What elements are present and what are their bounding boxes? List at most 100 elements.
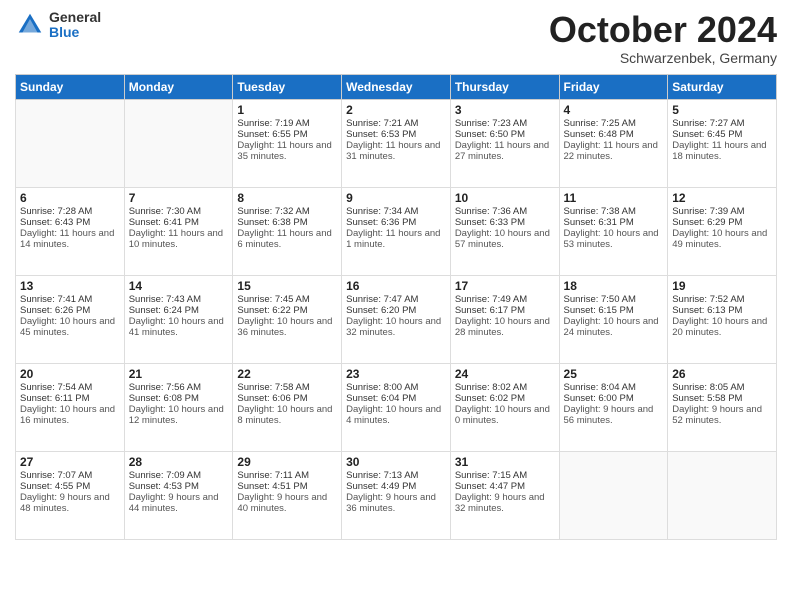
- day-number: 19: [672, 279, 772, 293]
- day-header-wednesday: Wednesday: [342, 74, 451, 99]
- sunrise-text: Sunrise: 7:32 AM: [237, 206, 337, 217]
- logo: General Blue: [15, 10, 101, 41]
- cal-cell: 26Sunrise: 8:05 AMSunset: 5:58 PMDayligh…: [668, 363, 777, 451]
- day-header-friday: Friday: [559, 74, 668, 99]
- daylight-text: Daylight: 10 hours and 0 minutes.: [455, 404, 555, 426]
- cal-cell: 18Sunrise: 7:50 AMSunset: 6:15 PMDayligh…: [559, 275, 668, 363]
- day-number: 6: [20, 191, 120, 205]
- sunset-text: Sunset: 6:33 PM: [455, 217, 555, 228]
- daylight-text: Daylight: 9 hours and 56 minutes.: [564, 404, 664, 426]
- daylight-text: Daylight: 9 hours and 48 minutes.: [20, 492, 120, 514]
- sunrise-text: Sunrise: 7:58 AM: [237, 382, 337, 393]
- sunset-text: Sunset: 6:20 PM: [346, 305, 446, 316]
- sunrise-text: Sunrise: 7:39 AM: [672, 206, 772, 217]
- cal-cell: 24Sunrise: 8:02 AMSunset: 6:02 PMDayligh…: [450, 363, 559, 451]
- cal-cell: 9Sunrise: 7:34 AMSunset: 6:36 PMDaylight…: [342, 187, 451, 275]
- sunrise-text: Sunrise: 7:13 AM: [346, 470, 446, 481]
- daylight-text: Daylight: 11 hours and 31 minutes.: [346, 140, 446, 162]
- cal-cell: 4Sunrise: 7:25 AMSunset: 6:48 PMDaylight…: [559, 99, 668, 187]
- cal-cell: 30Sunrise: 7:13 AMSunset: 4:49 PMDayligh…: [342, 451, 451, 539]
- day-header-sunday: Sunday: [16, 74, 125, 99]
- sunrise-text: Sunrise: 7:50 AM: [564, 294, 664, 305]
- sunrise-text: Sunrise: 7:27 AM: [672, 118, 772, 129]
- daylight-text: Daylight: 10 hours and 8 minutes.: [237, 404, 337, 426]
- daylight-text: Daylight: 11 hours and 10 minutes.: [129, 228, 229, 250]
- week-row-2: 6Sunrise: 7:28 AMSunset: 6:43 PMDaylight…: [16, 187, 777, 275]
- sunrise-text: Sunrise: 7:54 AM: [20, 382, 120, 393]
- sunrise-text: Sunrise: 7:15 AM: [455, 470, 555, 481]
- cal-cell: 6Sunrise: 7:28 AMSunset: 6:43 PMDaylight…: [16, 187, 125, 275]
- sunrise-text: Sunrise: 7:19 AM: [237, 118, 337, 129]
- cal-cell: 7Sunrise: 7:30 AMSunset: 6:41 PMDaylight…: [124, 187, 233, 275]
- month-title: October 2024: [549, 10, 777, 50]
- page-header: General Blue October 2024 Schwarzenbek, …: [15, 10, 777, 66]
- sunrise-text: Sunrise: 7:11 AM: [237, 470, 337, 481]
- sunrise-text: Sunrise: 7:43 AM: [129, 294, 229, 305]
- sunset-text: Sunset: 6:45 PM: [672, 129, 772, 140]
- calendar-body: 1Sunrise: 7:19 AMSunset: 6:55 PMDaylight…: [16, 99, 777, 539]
- sunrise-text: Sunrise: 7:49 AM: [455, 294, 555, 305]
- day-number: 27: [20, 455, 120, 469]
- sunset-text: Sunset: 6:36 PM: [346, 217, 446, 228]
- day-number: 10: [455, 191, 555, 205]
- sunrise-text: Sunrise: 7:36 AM: [455, 206, 555, 217]
- sunset-text: Sunset: 5:58 PM: [672, 393, 772, 404]
- daylight-text: Daylight: 9 hours and 40 minutes.: [237, 492, 337, 514]
- daylight-text: Daylight: 11 hours and 35 minutes.: [237, 140, 337, 162]
- week-row-5: 27Sunrise: 7:07 AMSunset: 4:55 PMDayligh…: [16, 451, 777, 539]
- day-number: 21: [129, 367, 229, 381]
- daylight-text: Daylight: 10 hours and 36 minutes.: [237, 316, 337, 338]
- sunrise-text: Sunrise: 7:47 AM: [346, 294, 446, 305]
- cal-cell: 17Sunrise: 7:49 AMSunset: 6:17 PMDayligh…: [450, 275, 559, 363]
- daylight-text: Daylight: 10 hours and 28 minutes.: [455, 316, 555, 338]
- cal-cell: 20Sunrise: 7:54 AMSunset: 6:11 PMDayligh…: [16, 363, 125, 451]
- cal-cell: 12Sunrise: 7:39 AMSunset: 6:29 PMDayligh…: [668, 187, 777, 275]
- day-number: 13: [20, 279, 120, 293]
- day-number: 18: [564, 279, 664, 293]
- sunrise-text: Sunrise: 7:09 AM: [129, 470, 229, 481]
- cal-cell: 5Sunrise: 7:27 AMSunset: 6:45 PMDaylight…: [668, 99, 777, 187]
- day-number: 23: [346, 367, 446, 381]
- daylight-text: Daylight: 10 hours and 57 minutes.: [455, 228, 555, 250]
- sunset-text: Sunset: 6:41 PM: [129, 217, 229, 228]
- sunset-text: Sunset: 6:50 PM: [455, 129, 555, 140]
- logo-icon: [15, 10, 45, 40]
- daylight-text: Daylight: 11 hours and 6 minutes.: [237, 228, 337, 250]
- calendar-table: SundayMondayTuesdayWednesdayThursdayFrid…: [15, 74, 777, 540]
- week-row-3: 13Sunrise: 7:41 AMSunset: 6:26 PMDayligh…: [16, 275, 777, 363]
- daylight-text: Daylight: 10 hours and 41 minutes.: [129, 316, 229, 338]
- week-row-1: 1Sunrise: 7:19 AMSunset: 6:55 PMDaylight…: [16, 99, 777, 187]
- day-number: 22: [237, 367, 337, 381]
- day-header-thursday: Thursday: [450, 74, 559, 99]
- sunset-text: Sunset: 6:43 PM: [20, 217, 120, 228]
- sunrise-text: Sunrise: 7:23 AM: [455, 118, 555, 129]
- cal-cell: 29Sunrise: 7:11 AMSunset: 4:51 PMDayligh…: [233, 451, 342, 539]
- sunrise-text: Sunrise: 8:02 AM: [455, 382, 555, 393]
- day-header-saturday: Saturday: [668, 74, 777, 99]
- cal-cell: 10Sunrise: 7:36 AMSunset: 6:33 PMDayligh…: [450, 187, 559, 275]
- daylight-text: Daylight: 10 hours and 20 minutes.: [672, 316, 772, 338]
- daylight-text: Daylight: 11 hours and 22 minutes.: [564, 140, 664, 162]
- day-number: 28: [129, 455, 229, 469]
- cal-cell: 21Sunrise: 7:56 AMSunset: 6:08 PMDayligh…: [124, 363, 233, 451]
- sunrise-text: Sunrise: 7:07 AM: [20, 470, 120, 481]
- day-number: 2: [346, 103, 446, 117]
- cal-cell: 14Sunrise: 7:43 AMSunset: 6:24 PMDayligh…: [124, 275, 233, 363]
- day-number: 26: [672, 367, 772, 381]
- sunrise-text: Sunrise: 7:25 AM: [564, 118, 664, 129]
- cal-cell: 25Sunrise: 8:04 AMSunset: 6:00 PMDayligh…: [559, 363, 668, 451]
- daylight-text: Daylight: 10 hours and 49 minutes.: [672, 228, 772, 250]
- day-number: 4: [564, 103, 664, 117]
- days-header-row: SundayMondayTuesdayWednesdayThursdayFrid…: [16, 74, 777, 99]
- sunset-text: Sunset: 6:17 PM: [455, 305, 555, 316]
- sunrise-text: Sunrise: 7:56 AM: [129, 382, 229, 393]
- cal-cell: [559, 451, 668, 539]
- sunset-text: Sunset: 6:29 PM: [672, 217, 772, 228]
- day-number: 1: [237, 103, 337, 117]
- day-number: 5: [672, 103, 772, 117]
- cal-cell: [668, 451, 777, 539]
- sunrise-text: Sunrise: 7:30 AM: [129, 206, 229, 217]
- sunset-text: Sunset: 4:49 PM: [346, 481, 446, 492]
- cal-cell: 13Sunrise: 7:41 AMSunset: 6:26 PMDayligh…: [16, 275, 125, 363]
- sunset-text: Sunset: 6:06 PM: [237, 393, 337, 404]
